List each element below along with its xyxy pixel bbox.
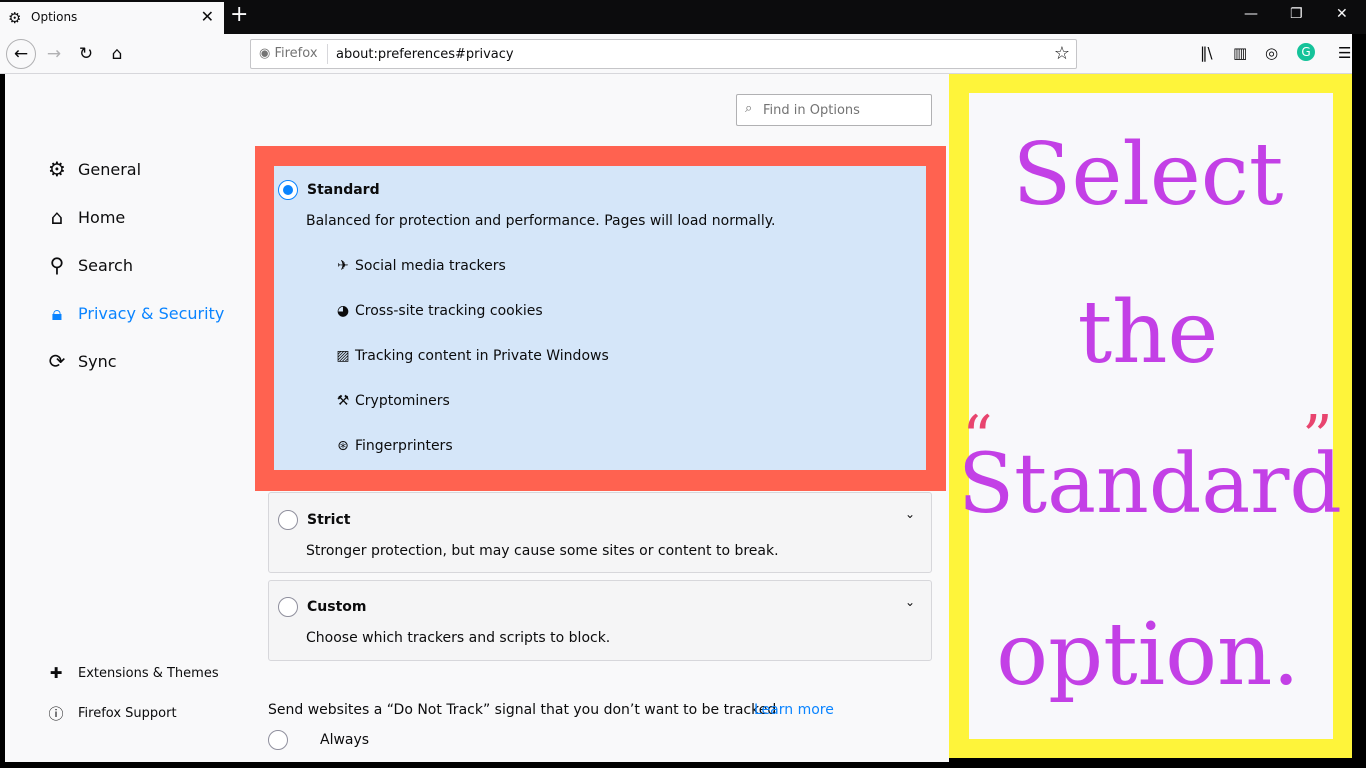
reload-button[interactable]: ↻	[72, 40, 100, 68]
chevron-down-icon[interactable]: ⌄	[905, 595, 915, 609]
custom-radio[interactable]	[278, 597, 298, 617]
annotation-line-2: the	[1077, 283, 1219, 383]
arrow-left-icon: ←	[13, 44, 29, 64]
chevron-down-icon[interactable]: ⌄	[905, 507, 915, 521]
firefox-support-link[interactable]: ⓘ Firefox Support	[47, 703, 176, 724]
search-icon: ⚲	[49, 253, 65, 277]
standard-desc: Balanced for protection and performance.…	[306, 213, 776, 229]
tracker-cryptominers: ⚒ Cryptominers	[336, 393, 450, 409]
back-button[interactable]: ←	[6, 39, 36, 69]
cookie-icon: ◕	[336, 303, 350, 319]
bookmark-star-icon[interactable]: ☆	[1054, 43, 1070, 64]
annotation-line-1: Select	[1012, 125, 1284, 225]
standard-title: Standard	[307, 182, 380, 198]
social-tracker-icon: ✈	[337, 258, 349, 274]
tab-title: Options	[31, 10, 78, 24]
forward-button[interactable]: →	[40, 40, 68, 68]
custom-desc: Choose which trackers and scripts to blo…	[306, 630, 611, 646]
home-button[interactable]: ⌂	[103, 40, 131, 68]
help-icon: ⓘ	[48, 705, 64, 723]
strict-option-box[interactable]: ⌄	[268, 492, 932, 573]
tracking-content-icon: ▨	[336, 348, 350, 364]
tab-strip: ⚙ Options ✕ + — ❐ ✕	[0, 0, 1366, 34]
learn-more-link[interactable]: Learn more	[754, 702, 834, 718]
gear-icon: ⚙	[8, 9, 22, 27]
close-tab-icon[interactable]: ✕	[201, 7, 214, 26]
account-icon[interactable]: ◎	[1265, 44, 1278, 62]
category-privacy-security[interactable]: 🔒︎ Privacy & Security	[45, 301, 225, 325]
minimize-button[interactable]: —	[1244, 6, 1258, 22]
sidebar-icon[interactable]: ▥	[1233, 44, 1247, 62]
category-general[interactable]: ⚙ General	[45, 157, 141, 181]
tracker-fingerprinters: ⊛ Fingerprinters	[335, 438, 453, 454]
find-in-options-input[interactable]: ⌕ Find in Options	[736, 94, 932, 126]
standard-radio[interactable]	[278, 180, 298, 200]
home-icon: ⌂	[50, 205, 64, 229]
strict-radio[interactable]	[278, 510, 298, 530]
firefox-icon: ◉	[259, 46, 271, 61]
cryptominer-icon: ⚒	[336, 393, 350, 409]
window-edge	[1352, 34, 1366, 768]
category-search[interactable]: ⚲ Search	[45, 253, 133, 277]
tracker-cross-site-cookies: ◕ Cross-site tracking cookies	[336, 303, 543, 319]
custom-title: Custom	[307, 599, 367, 615]
url-text[interactable]: about:preferences#privacy	[336, 47, 514, 62]
custom-option-box[interactable]: ⌄	[268, 580, 932, 661]
puzzle-icon: ✚	[49, 664, 63, 682]
tab-options[interactable]: ⚙ Options ✕	[0, 2, 224, 34]
search-icon: ⌕	[745, 101, 753, 116]
dnt-label: Send websites a “Do Not Track” signal th…	[268, 702, 777, 718]
nav-bar: ← → ↻ ⌂ ◉ Firefox about:preferences#priv…	[0, 34, 1366, 74]
dnt-always-radio[interactable]	[268, 730, 288, 750]
sync-icon: ⟳	[48, 349, 66, 373]
reload-icon: ↻	[78, 44, 94, 64]
new-tab-button[interactable]: +	[230, 2, 248, 27]
library-icon[interactable]: ‖\	[1200, 44, 1213, 62]
annotation-close-quote: ”	[1302, 403, 1333, 473]
strict-title: Strict	[307, 512, 351, 528]
browser-window: ⚙ Options ✕ + — ❐ ✕ ← → ↻ ⌂ ◉ Firefox ab…	[0, 0, 1366, 768]
preferences-page: ⌕ Find in Options ⚙ General ⌂ Home ⚲ Sea…	[5, 74, 949, 762]
extensions-themes-link[interactable]: ✚ Extensions & Themes	[47, 664, 219, 682]
fingerprint-icon: ⊛	[337, 438, 349, 454]
annotation-line-4: option.	[996, 605, 1300, 705]
menu-icon[interactable]: ☰	[1338, 44, 1351, 62]
tracker-social-media: ✈ Social media trackers	[335, 258, 506, 274]
category-sync[interactable]: ⟳ Sync	[45, 349, 117, 373]
identity-box[interactable]: ◉ Firefox	[259, 46, 318, 61]
url-bar[interactable]: ◉ Firefox about:preferences#privacy ☆	[250, 39, 1077, 69]
strict-desc: Stronger protection, but may cause some …	[306, 543, 779, 559]
grammarly-icon[interactable]: G	[1297, 43, 1315, 61]
dnt-always-label: Always	[320, 732, 370, 748]
category-home[interactable]: ⌂ Home	[45, 205, 126, 229]
arrow-right-icon: →	[46, 44, 62, 64]
url-separator	[327, 44, 328, 64]
annotation-line-3: Standard	[958, 437, 1342, 532]
home-icon: ⌂	[111, 44, 123, 64]
lock-icon: 🔒︎	[51, 301, 63, 325]
close-window-button[interactable]: ✕	[1336, 6, 1348, 22]
gear-icon: ⚙	[48, 157, 66, 181]
restore-button[interactable]: ❐	[1290, 6, 1303, 22]
tracker-content: ▨ Tracking content in Private Windows	[336, 348, 609, 364]
